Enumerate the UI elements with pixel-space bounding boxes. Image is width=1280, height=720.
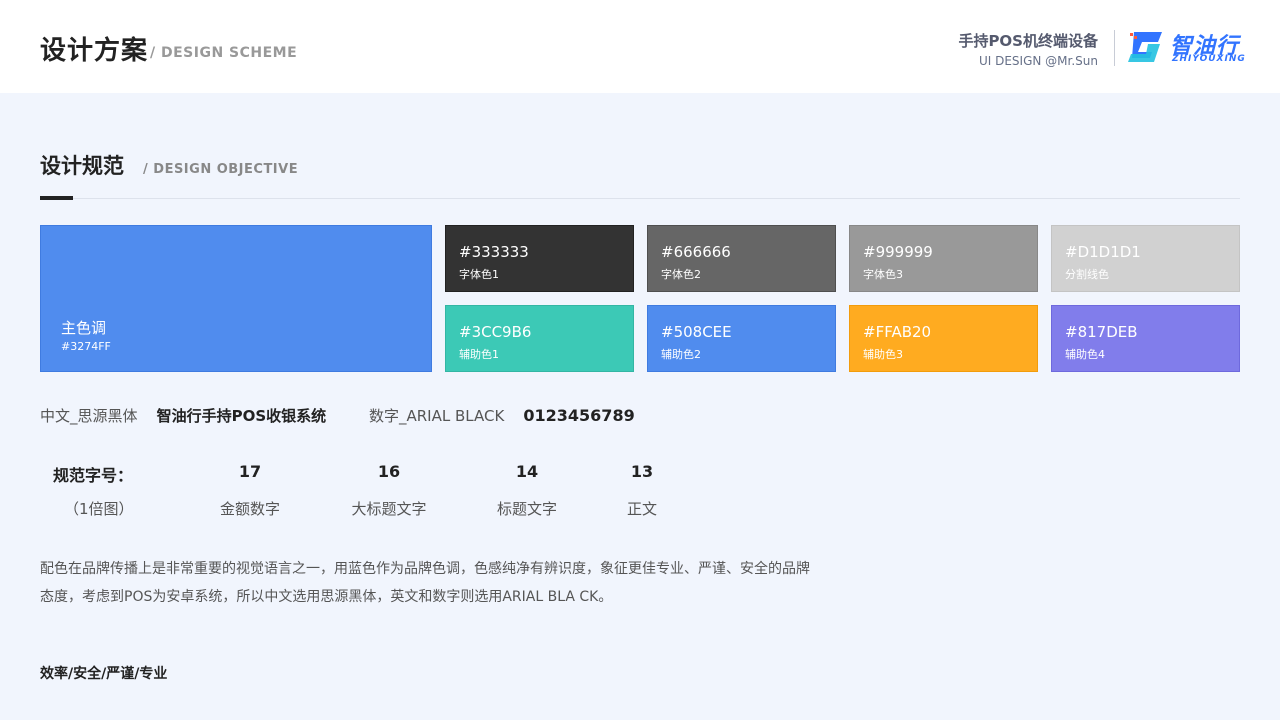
section-divider [40, 198, 1240, 199]
swatch-name: 辅助色1 [459, 348, 499, 361]
description-paragraph: 配色在品牌传播上是非常重要的视觉语言之一，用蓝色作为品牌色调，色感纯净有辨识度，… [40, 555, 920, 611]
font-size-value: 14 [515, 462, 539, 481]
font-size-value: 16 [377, 462, 401, 481]
swatch-hex: #333333 [459, 243, 529, 261]
font-size-value: 13 [630, 462, 654, 481]
section-subtitle: / DESIGN OBJECTIVE [143, 162, 299, 177]
designer-credit: UI DESIGN @Mr.Sun [978, 54, 1098, 68]
swatch-accent-color-2: #508CEE 辅助色2 [647, 305, 836, 372]
brand-logo: 智油行 ZHIYOUXING [1128, 28, 1248, 68]
header-divider [1114, 30, 1115, 66]
primary-color-name: 主色调 [61, 319, 107, 337]
swatch-name: 字体色3 [863, 268, 903, 281]
swatch-name: 辅助色2 [661, 348, 701, 361]
zhiyouxing-logo-icon [1128, 32, 1162, 62]
swatch-name: 辅助色3 [863, 348, 903, 361]
chinese-font-label: 中文_思源黑体 [40, 407, 138, 425]
font-size-label: 规范字号： [53, 466, 134, 485]
font-size-sublabel: （1倍图） [64, 500, 134, 518]
font-size-usage: 金额数字 [219, 500, 280, 518]
swatch-name: 辅助色4 [1065, 348, 1105, 361]
brand-keywords: 效率/安全/严谨/专业 [40, 666, 168, 682]
page-header: 设计方案 / DESIGN SCHEME 手持POS机终端设备 UI DESIG… [0, 0, 1280, 93]
project-title: 手持POS机终端设备 [958, 32, 1098, 50]
page-subtitle: / DESIGN SCHEME [150, 45, 298, 61]
font-size-usage: 正文 [626, 500, 657, 518]
swatch-accent-color-3: #FFAB20 辅助色3 [849, 305, 1038, 372]
swatch-text-color-3: #999999 字体色3 [849, 225, 1038, 292]
swatch-accent-color-1: #3CC9B6 辅助色1 [445, 305, 634, 372]
logo-subtext: ZHIYOUXING [1172, 54, 1246, 64]
font-size-usage: 标题文字 [496, 500, 557, 518]
swatch-name: 字体色1 [459, 268, 499, 281]
section-title: 设计规范 [40, 154, 124, 178]
swatch-accent-color-4: #817DEB 辅助色4 [1051, 305, 1240, 372]
number-font-sample: 0123456789 [523, 406, 635, 425]
swatch-divider-color: #D1D1D1 分割线色 [1051, 225, 1240, 292]
swatch-hex: #666666 [661, 243, 731, 261]
number-font-label: 数字_ARIAL BLACK [369, 407, 505, 425]
primary-color-swatch: 主色调 #3274FF [40, 225, 432, 372]
chinese-font-spec: 中文_思源黑体 智油行手持POS收银系统 [40, 405, 326, 426]
description-line: 配色在品牌传播上是非常重要的视觉语言之一，用蓝色作为品牌色调，色感纯净有辨识度，… [40, 561, 810, 577]
swatch-text-color-1: #333333 字体色1 [445, 225, 634, 292]
font-size-value: 17 [238, 462, 262, 481]
description-line: 态度，考虑到POS为安卓系统，所以中文选用思源黑体，英文和数字则选用ARIAL … [40, 589, 613, 605]
swatch-name: 字体色2 [661, 268, 701, 281]
chinese-font-sample: 智油行手持POS收银系统 [156, 407, 327, 425]
section-divider-accent [40, 196, 73, 200]
swatch-hex: #999999 [863, 243, 933, 261]
primary-color-hex: #3274FF [61, 340, 111, 353]
swatch-hex: #3CC9B6 [459, 323, 532, 341]
font-size-usage: 大标题文字 [351, 500, 427, 518]
number-font-spec: 数字_ARIAL BLACK 0123456789 [369, 405, 635, 426]
swatch-hex: #FFAB20 [863, 323, 932, 341]
swatch-hex: #817DEB [1065, 323, 1138, 341]
swatch-hex: #508CEE [661, 323, 732, 341]
swatch-text-color-2: #666666 字体色2 [647, 225, 836, 292]
swatch-hex: #D1D1D1 [1065, 243, 1141, 261]
page-title: 设计方案 [40, 36, 149, 66]
swatch-name: 分割线色 [1065, 268, 1109, 281]
